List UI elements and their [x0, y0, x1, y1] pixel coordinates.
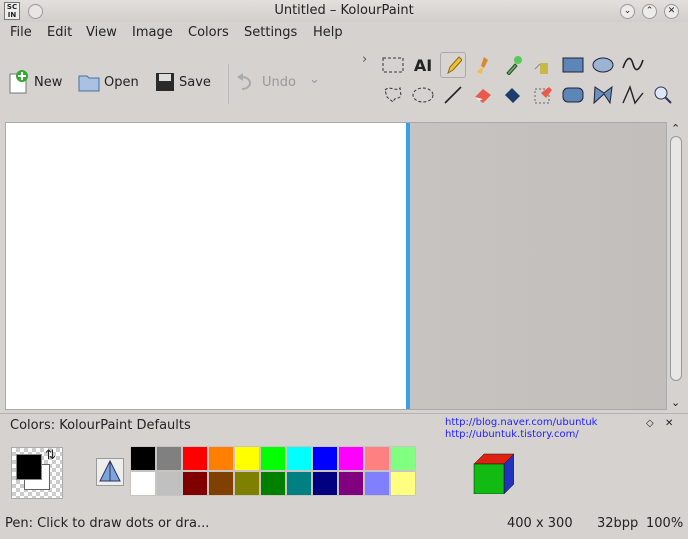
save-icon — [156, 73, 174, 91]
canvas-resize-handle[interactable] — [406, 123, 410, 409]
palette-swatch[interactable] — [260, 471, 286, 496]
undo-dropdown-icon[interactable]: ⌄ — [309, 72, 320, 87]
palette-swatch[interactable] — [130, 446, 156, 471]
toolbar-separator — [228, 64, 229, 104]
palette-swatch[interactable] — [260, 446, 286, 471]
new-file-icon — [9, 70, 28, 94]
zoom-icon[interactable] — [650, 82, 676, 108]
color-similarity-icon — [99, 459, 121, 482]
status-bar: Pen: Click to draw dots or dra... 400 x … — [0, 512, 688, 539]
palette-swatch[interactable] — [286, 446, 312, 471]
zoom-level: 100% — [646, 516, 684, 531]
palette-swatch[interactable] — [390, 446, 416, 471]
free-select-icon[interactable] — [380, 82, 406, 108]
open-button[interactable]: Open — [78, 68, 139, 96]
color-cube-icon[interactable] — [472, 452, 515, 498]
foreground-color-swatch[interactable] — [16, 454, 42, 480]
new-button[interactable]: New — [8, 68, 62, 96]
brush-icon[interactable] — [470, 52, 496, 78]
pen-icon[interactable] — [440, 52, 466, 78]
rectangle-icon[interactable] — [560, 52, 586, 78]
menu-image[interactable]: Image — [132, 25, 173, 40]
menu-view[interactable]: View — [86, 25, 117, 40]
palette-swatch[interactable] — [390, 471, 416, 496]
minimize-button[interactable]: ⌄ — [620, 4, 635, 19]
swap-colors-icon[interactable]: ⇅ — [45, 448, 56, 463]
rect-select-icon[interactable] — [380, 52, 406, 78]
transparency-tool[interactable] — [96, 458, 124, 486]
vertical-scrollbar[interactable]: ⌃ ⌄ — [668, 122, 685, 410]
palette-swatch[interactable] — [286, 471, 312, 496]
scrollbar-thumb[interactable] — [670, 136, 682, 381]
maximize-button[interactable]: ⌃ — [642, 4, 657, 19]
menu-help[interactable]: Help — [313, 25, 343, 40]
palette-swatch[interactable] — [338, 446, 364, 471]
menu-colors[interactable]: Colors — [188, 25, 229, 40]
palette-swatch[interactable] — [312, 446, 338, 471]
float-panel-icon[interactable]: ◇ — [646, 418, 654, 429]
curve-icon[interactable] — [620, 52, 646, 78]
status-message: Pen: Click to draw dots or dra... — [5, 516, 210, 531]
menu-file[interactable]: File — [10, 25, 32, 40]
close-button[interactable]: ✕ — [664, 4, 679, 19]
flood-fill-icon[interactable] — [500, 82, 526, 108]
palette-swatch[interactable] — [130, 471, 156, 496]
palette-swatch[interactable] — [208, 471, 234, 496]
save-button[interactable]: Save — [155, 68, 211, 96]
link-tistory[interactable]: http://ubuntuk.tistory.com/ — [445, 426, 579, 441]
scroll-down-icon[interactable]: ⌄ — [671, 396, 680, 409]
open-folder-icon — [78, 75, 100, 92]
title-bar[interactable]: SC IN Untitled – KolourPaint ⌄ ⌃ ✕ — [0, 0, 688, 22]
palette-swatch[interactable] — [208, 446, 234, 471]
palette-swatch[interactable] — [156, 471, 182, 496]
drawing-canvas[interactable] — [6, 123, 406, 409]
polyline-icon[interactable] — [620, 82, 646, 108]
image-size: 400 x 300 — [507, 516, 573, 531]
close-panel-icon[interactable]: ✕ — [665, 418, 673, 429]
palette-swatch[interactable] — [234, 471, 260, 496]
palette-swatch[interactable] — [338, 471, 364, 496]
undo-icon — [237, 73, 251, 90]
menu-edit[interactable]: Edit — [47, 25, 72, 40]
text-icon[interactable]: AI — [410, 52, 436, 78]
eraser-icon[interactable] — [470, 82, 496, 108]
palette-swatch[interactable] — [312, 471, 338, 496]
palette-swatch[interactable] — [182, 446, 208, 471]
color-depth: 32bpp — [597, 516, 639, 531]
ellipse-select-icon[interactable] — [410, 82, 436, 108]
color-eraser-icon[interactable] — [530, 82, 556, 108]
foreground-background-selector[interactable]: ⇅ — [11, 447, 63, 499]
spraycan-icon[interactable] — [530, 52, 556, 78]
ellipse-icon[interactable] — [590, 52, 616, 78]
color-picker-icon[interactable] — [500, 52, 526, 78]
palette-swatch[interactable] — [156, 446, 182, 471]
undo-button[interactable]: Undo — [236, 68, 296, 96]
rounded-rect-icon[interactable] — [560, 82, 586, 108]
menu-settings[interactable]: Settings — [244, 25, 297, 40]
palette-swatch[interactable] — [364, 446, 390, 471]
palette-swatch[interactable] — [364, 471, 390, 496]
toolbar-overflow-icon[interactable]: › — [362, 52, 367, 67]
polygon-icon[interactable] — [590, 82, 616, 108]
palette-swatch[interactable] — [234, 446, 260, 471]
window-title: Untitled – KolourPaint — [274, 3, 414, 18]
colors-panel-title: Colors: KolourPaint Defaults — [10, 418, 191, 433]
scroll-up-icon[interactable]: ⌃ — [671, 122, 680, 135]
palette-swatch[interactable] — [182, 471, 208, 496]
menu-bar: File Edit View Image Colors Settings Hel… — [0, 22, 688, 44]
line-icon[interactable] — [440, 82, 466, 108]
